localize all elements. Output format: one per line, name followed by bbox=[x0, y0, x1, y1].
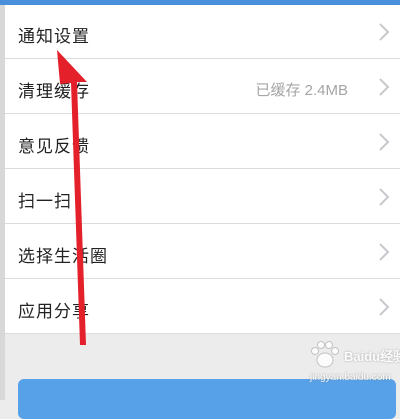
setting-label: 应用分享 bbox=[18, 302, 90, 321]
baidu-watermark: Baidu经验 jingyan.baidu.com bbox=[308, 340, 400, 390]
setting-label: 清理缓存 bbox=[18, 82, 90, 101]
setting-row-notifications[interactable]: 通知设置 bbox=[5, 5, 400, 59]
setting-label: 通知设置 bbox=[18, 27, 90, 46]
setting-row-life-circle[interactable]: 选择生活圈 bbox=[5, 225, 400, 279]
chevron-right-icon bbox=[379, 78, 390, 96]
setting-row-share-app[interactable]: 应用分享 bbox=[5, 280, 400, 334]
watermark-logo-text: Baidu经验 bbox=[344, 349, 400, 364]
watermark-url: jingyan.baidu.com bbox=[310, 372, 391, 383]
chevron-right-icon bbox=[379, 188, 390, 206]
chevron-right-icon bbox=[379, 133, 390, 151]
setting-label: 选择生活圈 bbox=[18, 247, 108, 266]
setting-label: 意见反馈 bbox=[18, 137, 90, 156]
setting-row-feedback[interactable]: 意见反馈 bbox=[5, 115, 400, 169]
settings-list: 通知设置 清理缓存 已缓存 2.4MB 意见反馈 扫一扫 选择生活圈 应用分享 bbox=[5, 5, 400, 334]
cache-size-value: 已缓存 2.4MB bbox=[255, 82, 348, 99]
chevron-right-icon bbox=[379, 298, 390, 316]
chevron-right-icon bbox=[379, 243, 390, 261]
setting-row-clear-cache[interactable]: 清理缓存 已缓存 2.4MB bbox=[5, 60, 400, 114]
setting-label: 扫一扫 bbox=[18, 192, 72, 211]
paw-logo-icon bbox=[311, 341, 339, 368]
chevron-right-icon bbox=[379, 23, 390, 41]
setting-row-scan[interactable]: 扫一扫 bbox=[5, 170, 400, 224]
